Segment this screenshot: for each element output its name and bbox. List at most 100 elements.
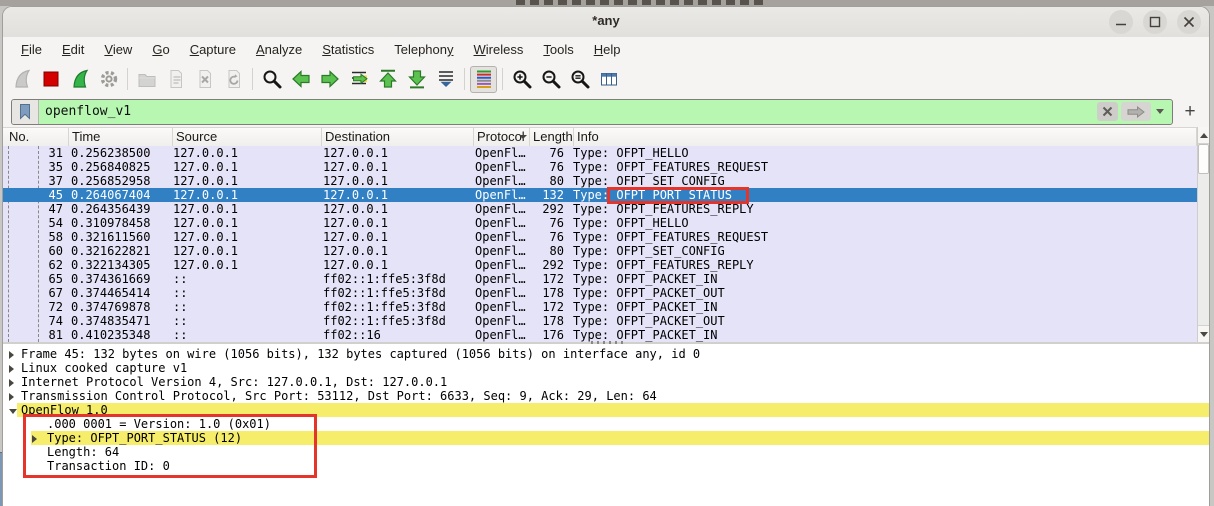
save-file-icon — [165, 68, 187, 90]
colorize-button[interactable] — [470, 65, 497, 93]
go-back-button[interactable] — [287, 66, 314, 93]
close-file-icon — [194, 68, 216, 90]
wireshark-window: *any File Edit View Go Capture Analyze Statist… — [2, 6, 1210, 506]
packet-row-62[interactable]: 62 0.322134305 127.0.0.1 127.0.0.1 OpenFl… 29… — [3, 258, 1197, 272]
cell-dst: 127.0.0.1 — [323, 188, 389, 202]
cell-no: 67 — [48, 286, 63, 300]
cell-no: 72 — [48, 300, 63, 314]
packet-row-47[interactable]: 47 0.264356439 127.0.0.1 127.0.0.1 OpenFl… 29… — [3, 202, 1197, 216]
filter-add-button[interactable]: + — [1179, 101, 1201, 123]
filter-dropdown-caret[interactable] — [1156, 109, 1164, 114]
titlebar[interactable]: *any — [3, 7, 1209, 38]
minimize-icon — [1116, 23, 1126, 26]
packet-list-scrollbar[interactable] — [1197, 127, 1209, 342]
cell-src: :: — [173, 272, 188, 286]
column-header-length[interactable]: Length — [530, 128, 574, 146]
collapsed-arrow-icon[interactable] — [9, 392, 14, 401]
reload-file-button[interactable] — [220, 66, 247, 93]
save-file-button[interactable] — [162, 66, 189, 93]
cell-len: 292 — [542, 258, 564, 272]
packet-row-72[interactable]: 72 0.374769878:: ff02::1:ffe5:3f8d OpenFl… 1… — [3, 300, 1197, 314]
filter-clear-button[interactable] — [1097, 102, 1118, 121]
column-header-no[interactable]: No. — [3, 128, 69, 146]
menu-telephony[interactable]: Telephony — [384, 39, 463, 60]
scroll-up-button[interactable] — [1198, 127, 1209, 144]
column-header-info[interactable]: Info — [574, 128, 1197, 146]
menu-tools[interactable]: Tools — [533, 39, 583, 60]
stop-capture-button[interactable] — [37, 66, 64, 93]
display-filter-box[interactable] — [11, 98, 1173, 125]
packet-row-37[interactable]: 37 0.256852958 127.0.0.1 127.0.0.1 OpenFl… 80… — [3, 174, 1197, 188]
window-title: *any — [592, 13, 620, 28]
toolbar-separator — [502, 68, 503, 90]
packet-row-65[interactable]: 65 0.374361669:: ff02::1:ffe5:3f8d OpenFl… 1… — [3, 272, 1197, 286]
go-first-button[interactable] — [374, 66, 401, 93]
find-packet-button[interactable] — [258, 66, 285, 93]
zoom-out-button[interactable] — [537, 66, 564, 93]
scroll-down-button[interactable] — [1198, 325, 1209, 342]
menu-capture[interactable]: Capture — [180, 39, 246, 60]
packet-row-35[interactable]: 35 0.256840825 127.0.0.1 127.0.0.1 OpenFl… 76… — [3, 160, 1197, 174]
menu-wireless[interactable]: Wireless — [464, 39, 534, 60]
column-header-destination[interactable]: Destination — [322, 128, 474, 146]
packet-row-45[interactable]: 45 0.264067404 127.0.0.1 127.0.0.1 OpenFl… 13… — [3, 188, 1197, 202]
reload-file-icon — [223, 68, 245, 90]
menu-go[interactable]: Go — [142, 39, 179, 60]
scrollbar-thumb[interactable] — [1198, 144, 1209, 174]
colorize-icon — [473, 68, 495, 90]
close-file-button[interactable] — [191, 66, 218, 93]
menu-analyze[interactable]: Analyze — [246, 39, 312, 60]
collapsed-arrow-icon[interactable] — [9, 378, 14, 387]
packet-row-67[interactable]: 67 0.374465414:: ff02::1:ffe5:3f8d OpenFl… 1… — [3, 286, 1197, 300]
filter-apply-button[interactable] — [1121, 102, 1151, 121]
cell-info: Type: OFPT_SET_CONFIG — [573, 244, 725, 258]
menu-statistics[interactable]: Statistics — [312, 39, 384, 60]
toolbar-separator — [127, 68, 128, 90]
minimize-button[interactable] — [1109, 10, 1133, 34]
detail-row[interactable]: Linux cooked capture v1 — [3, 361, 1209, 375]
packet-row-81[interactable]: 81 0.410235348:: ff02::16 OpenFl… 176 Type: O… — [3, 328, 1197, 342]
go-to-packet-icon — [348, 68, 370, 90]
detail-row[interactable]: Internet Protocol Version 4, Src: 127.0.… — [3, 375, 1209, 389]
auto-scroll-button[interactable] — [432, 66, 459, 93]
cell-info: Type: OFPT_FEATURES_REPLY — [573, 258, 754, 272]
column-header-time[interactable]: Time — [69, 128, 173, 146]
close-button[interactable] — [1177, 10, 1201, 34]
capture-options-button[interactable] — [95, 66, 122, 93]
packet-row-58[interactable]: 58 0.321611560 127.0.0.1 127.0.0.1 OpenFl… 76… — [3, 230, 1197, 244]
cell-len: 172 — [542, 300, 564, 314]
display-filter-input[interactable] — [39, 103, 1097, 120]
maximize-button[interactable] — [1143, 10, 1167, 34]
cell-time: 0.374361669 — [71, 272, 151, 286]
go-forward-button[interactable] — [316, 66, 343, 93]
column-menu-caret-icon[interactable] — [519, 135, 527, 139]
packet-row-60[interactable]: 60 0.321622821 127.0.0.1 127.0.0.1 OpenFl… 80… — [3, 244, 1197, 258]
packet-row-74[interactable]: 74 0.374835471:: ff02::1:ffe5:3f8d OpenFl… 1… — [3, 314, 1197, 328]
go-first-icon — [377, 68, 399, 90]
menu-edit[interactable]: Edit — [52, 39, 94, 60]
menu-file[interactable]: File — [11, 39, 52, 60]
zoom-reset-button[interactable] — [566, 66, 593, 93]
zoom-in-button[interactable] — [508, 66, 535, 93]
packet-list: 31 0.256238500 127.0.0.1 127.0.0.1 OpenFl… 76… — [3, 146, 1197, 342]
go-last-button[interactable] — [403, 66, 430, 93]
cell-time: 0.374465414 — [71, 286, 151, 300]
go-to-packet-button[interactable] — [345, 66, 372, 93]
packet-row-54[interactable]: 54 0.310978458 127.0.0.1 127.0.0.1 OpenFl… 76… — [3, 216, 1197, 230]
collapsed-arrow-icon[interactable] — [9, 350, 14, 359]
resize-columns-button[interactable] — [595, 66, 622, 93]
packet-row-31[interactable]: 31 0.256238500 127.0.0.1 127.0.0.1 OpenFl… 76… — [3, 146, 1197, 160]
collapsed-arrow-icon[interactable] — [9, 364, 14, 373]
annotation-box-port-status — [607, 187, 749, 204]
detail-row[interactable]: Transmission Control Protocol, Src Port:… — [3, 389, 1209, 403]
column-header-source[interactable]: Source — [173, 128, 322, 146]
expanded-arrow-icon[interactable] — [9, 408, 17, 414]
start-capture-button[interactable] — [8, 66, 35, 93]
cell-len: 80 — [549, 244, 564, 258]
detail-row[interactable]: Frame 45: 132 bytes on wire (1056 bits),… — [3, 347, 1209, 361]
restart-capture-button[interactable] — [66, 66, 93, 93]
open-file-button[interactable] — [133, 66, 160, 93]
filter-bookmark-button[interactable] — [12, 99, 39, 124]
menu-help[interactable]: Help — [584, 39, 631, 60]
menu-view[interactable]: View — [94, 39, 142, 60]
